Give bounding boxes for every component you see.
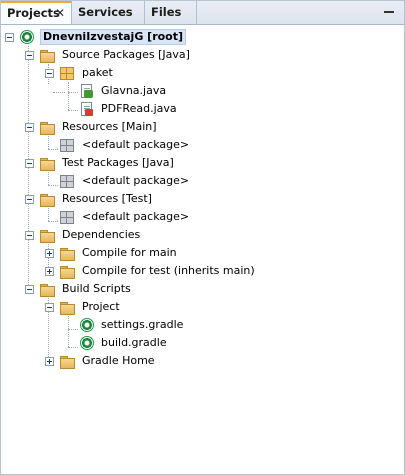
collapse-icon[interactable] — [25, 285, 34, 294]
tree-node-pdfread-java[interactable]: PDFRead.java — [1, 100, 404, 118]
tree-node-compile-test[interactable]: Compile for test (inherits main) — [1, 262, 404, 280]
tree-node-label: Test Packages [Java] — [62, 156, 174, 169]
java-class-icon — [79, 83, 95, 99]
tree-node-glavna-java[interactable]: Glavna.java — [1, 82, 404, 100]
tab-files[interactable]: Files — [145, 1, 197, 24]
dependencies-folder-icon — [59, 245, 75, 261]
tree-node-build-scripts[interactable]: Build Scripts — [1, 280, 404, 298]
tree-node-label: Compile for main — [82, 246, 177, 259]
collapse-icon[interactable] — [45, 303, 54, 312]
tree-node-label: <default package> — [82, 138, 190, 151]
tree-node-label: <default package> — [82, 210, 190, 223]
tree-node-dependencies[interactable]: Dependencies — [1, 226, 404, 244]
collapse-icon[interactable] — [5, 33, 14, 42]
tree-node-label: Glavna.java — [101, 84, 167, 97]
tree-node-label: Project — [82, 300, 120, 313]
tree-node-paket[interactable]: paket — [1, 64, 404, 82]
tree-node-build-gradle[interactable]: build.gradle — [1, 334, 404, 352]
collapse-icon[interactable] — [25, 159, 34, 168]
tab-projects[interactable]: Projects ✕ — [1, 1, 72, 24]
tree-node-label: settings.gradle — [101, 318, 184, 331]
tree-node-label: PDFRead.java — [101, 102, 177, 115]
tree-node-label: Dependencies — [62, 228, 141, 241]
collapse-icon[interactable] — [45, 69, 54, 78]
tree-node-label: paket — [82, 66, 113, 79]
collapse-icon[interactable] — [25, 195, 34, 204]
tree-node-default-package[interactable]: <default package> — [1, 172, 404, 190]
package-icon — [59, 65, 75, 81]
tree-node-test-packages[interactable]: Test Packages [Java] — [1, 154, 404, 172]
java-class-icon — [79, 101, 95, 117]
default-package-icon — [59, 209, 75, 225]
tree-node-label: Source Packages [Java] — [62, 48, 190, 61]
projects-panel: Projects ✕ Services Files DnevniIzvestaj… — [0, 0, 405, 475]
tab-files-label: Files — [151, 5, 182, 19]
tree-node-label: Resources [Main] — [62, 120, 157, 133]
test-folder-icon — [39, 155, 55, 171]
tree-node-label: Build Scripts — [62, 282, 131, 295]
dependencies-folder-icon — [39, 227, 55, 243]
folder-icon — [59, 353, 75, 369]
resource-folder-icon — [39, 191, 55, 207]
minimize-icon[interactable] — [384, 11, 394, 13]
folder-icon — [59, 299, 75, 315]
tree-node-label: Gradle Home — [82, 354, 155, 367]
tree-node-label: Resources [Test] — [62, 192, 152, 205]
default-package-icon — [59, 137, 75, 153]
collapse-icon[interactable] — [25, 51, 34, 60]
collapse-icon[interactable] — [25, 231, 34, 240]
tree-node-source-packages[interactable]: Source Packages [Java] — [1, 46, 404, 64]
default-package-icon — [59, 173, 75, 189]
tree-node-resources-test[interactable]: Resources [Test] — [1, 190, 404, 208]
tree-node-label: Compile for test (inherits main) — [82, 264, 255, 277]
resource-folder-icon — [39, 119, 55, 135]
dependencies-folder-icon — [59, 263, 75, 279]
folder-icon — [39, 281, 55, 297]
expand-icon[interactable] — [45, 267, 54, 276]
gradle-file-icon — [79, 317, 95, 333]
tree-node-project[interactable]: Project — [1, 298, 404, 316]
tree-node-default-package[interactable]: <default package> — [1, 208, 404, 226]
tab-projects-label: Projects — [7, 6, 60, 20]
gradle-file-icon — [79, 335, 95, 351]
source-folder-icon — [39, 47, 55, 63]
tree-node-compile-main[interactable]: Compile for main — [1, 244, 404, 262]
tree-node-label: <default package> — [82, 174, 190, 187]
gradle-project-icon — [19, 29, 35, 45]
tab-bar: Projects ✕ Services Files — [1, 1, 404, 25]
close-icon[interactable]: ✕ — [55, 3, 65, 23]
expand-icon[interactable] — [45, 249, 54, 258]
collapse-icon[interactable] — [25, 123, 34, 132]
tree-node-label: build.gradle — [101, 336, 167, 349]
tree-node-default-package[interactable]: <default package> — [1, 136, 404, 154]
tree-node-gradle-home[interactable]: Gradle Home — [1, 352, 404, 370]
tree-node-root[interactable]: DnevniIzvestajG [root] — [1, 28, 404, 46]
tree-node-resources-main[interactable]: Resources [Main] — [1, 118, 404, 136]
tree-node-settings-gradle[interactable]: settings.gradle — [1, 316, 404, 334]
tab-services-label: Services — [78, 5, 133, 19]
expand-icon[interactable] — [45, 357, 54, 366]
tab-services[interactable]: Services — [72, 1, 145, 24]
project-name: DnevniIzvestajG [root] — [40, 29, 187, 45]
